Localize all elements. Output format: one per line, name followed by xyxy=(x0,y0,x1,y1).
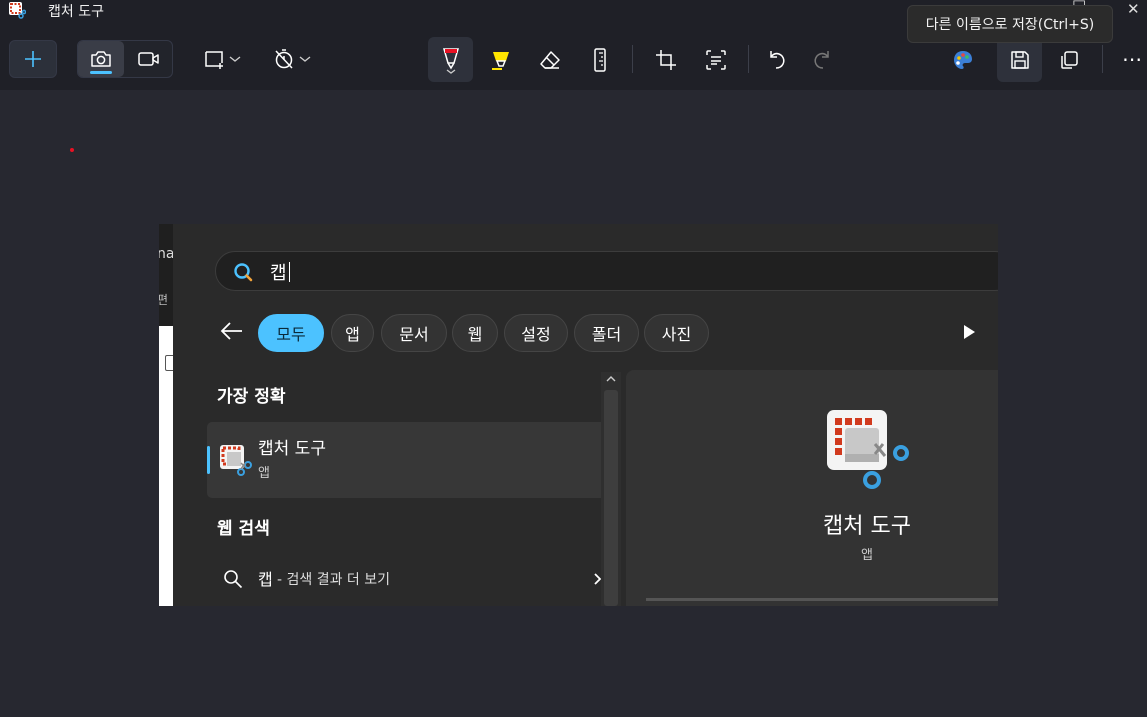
search-icon xyxy=(224,570,243,589)
captured-screenshot: na 편 캡 모두 앱 문서 웹 설정 폴더 사진 가장 정확 캡처 도구 앱 … xyxy=(159,224,998,606)
detail-panel: 캡처 도구 앱 xyxy=(626,370,998,606)
snip-shape-dropdown[interactable] xyxy=(198,40,246,78)
pen-mark xyxy=(70,148,74,152)
copy-button[interactable] xyxy=(1046,37,1091,82)
ruler-icon xyxy=(593,47,606,72)
scroll-up-icon[interactable] xyxy=(604,373,618,385)
ballpoint-pen-button[interactable] xyxy=(428,37,473,82)
filter-chip-documents[interactable]: 문서 xyxy=(381,314,447,352)
filter-chip-all[interactable]: 모두 xyxy=(258,314,324,352)
text-caret xyxy=(289,262,290,282)
plus-icon xyxy=(25,51,41,67)
save-icon xyxy=(1010,50,1029,69)
detail-divider xyxy=(646,598,998,601)
video-mode-button[interactable] xyxy=(126,41,172,77)
snipping-tool-icon xyxy=(827,410,909,489)
chevron-down-icon xyxy=(229,56,241,62)
undo-icon xyxy=(769,50,785,69)
no-timer-icon xyxy=(275,49,293,69)
ballpoint-pen-icon xyxy=(442,47,459,74)
save-as-tooltip: 다른 이름으로 저장(Ctrl+S) xyxy=(907,5,1113,43)
toolbar-divider xyxy=(748,45,749,73)
best-match-title: 캡처 도구 xyxy=(258,439,326,459)
filter-chip-folders[interactable]: 폴더 xyxy=(574,314,639,352)
redo-icon xyxy=(813,50,829,69)
paint-palette-icon xyxy=(953,50,972,69)
snipping-tool-icon xyxy=(220,445,252,476)
more-icon[interactable]: ⋯ xyxy=(1118,45,1146,73)
redo-button[interactable] xyxy=(799,37,844,82)
crop-icon xyxy=(655,49,676,70)
web-search-query: 캡 xyxy=(258,570,273,589)
video-camera-icon xyxy=(138,52,159,66)
camera-icon xyxy=(91,51,111,67)
close-button[interactable]: ✕ xyxy=(1127,0,1140,18)
window-title: 캡처 도구 xyxy=(48,4,104,20)
best-match-heading: 가장 정확 xyxy=(217,387,286,407)
background-window-edge-dark xyxy=(159,224,173,326)
copy-icon xyxy=(1060,50,1078,69)
ruler-button[interactable] xyxy=(577,37,622,82)
text-actions-button[interactable] xyxy=(693,37,738,82)
selection-indicator xyxy=(207,446,210,474)
search-icon xyxy=(234,263,253,282)
search-query: 캡 xyxy=(270,263,287,284)
rectangle-snip-icon xyxy=(205,51,223,69)
web-search-more: - 검색 결과 더 보기 xyxy=(277,572,391,588)
play-icon[interactable] xyxy=(961,322,977,342)
web-search-item[interactable]: 캡 - 검색 결과 더 보기 xyxy=(207,562,612,596)
highlighter-icon xyxy=(491,51,509,70)
best-match-item[interactable]: 캡처 도구 앱 xyxy=(207,422,612,498)
toolbar-divider xyxy=(1102,45,1103,73)
chevron-down-icon xyxy=(299,56,311,62)
snipping-tool-icon xyxy=(9,2,26,19)
eraser-button[interactable] xyxy=(527,37,572,82)
back-arrow-icon[interactable] xyxy=(220,319,244,343)
undo-button[interactable] xyxy=(754,37,799,82)
eraser-icon xyxy=(539,50,560,69)
start-search-panel: 캡 모두 앱 문서 웹 설정 폴더 사진 가장 정확 캡처 도구 앱 웹 검색 … xyxy=(173,224,998,606)
web-search-heading: 웹 검색 xyxy=(217,519,270,539)
best-match-subtitle: 앱 xyxy=(258,466,270,481)
paint-button[interactable] xyxy=(940,37,985,82)
filter-chip-apps[interactable]: 앱 xyxy=(331,314,374,352)
screenshot-mode-button[interactable] xyxy=(78,41,124,77)
save-button[interactable] xyxy=(997,37,1042,82)
background-window-text: 편 xyxy=(159,293,169,307)
new-snip-button[interactable] xyxy=(9,40,57,78)
detail-title: 캡처 도구 xyxy=(823,514,911,539)
filter-chip-settings[interactable]: 설정 xyxy=(504,314,568,352)
detail-subtitle: 앱 xyxy=(861,548,873,563)
highlighter-button[interactable] xyxy=(478,37,523,82)
scrollbar-thumb[interactable] xyxy=(604,390,618,606)
text-actions-icon xyxy=(705,49,726,70)
timer-dropdown[interactable] xyxy=(266,40,318,78)
search-input[interactable]: 캡 xyxy=(215,251,998,291)
crop-button[interactable] xyxy=(643,37,688,82)
filter-chip-photos[interactable]: 사진 xyxy=(644,314,709,352)
filter-chip-web[interactable]: 웹 xyxy=(452,314,498,352)
toolbar-divider xyxy=(632,45,633,73)
